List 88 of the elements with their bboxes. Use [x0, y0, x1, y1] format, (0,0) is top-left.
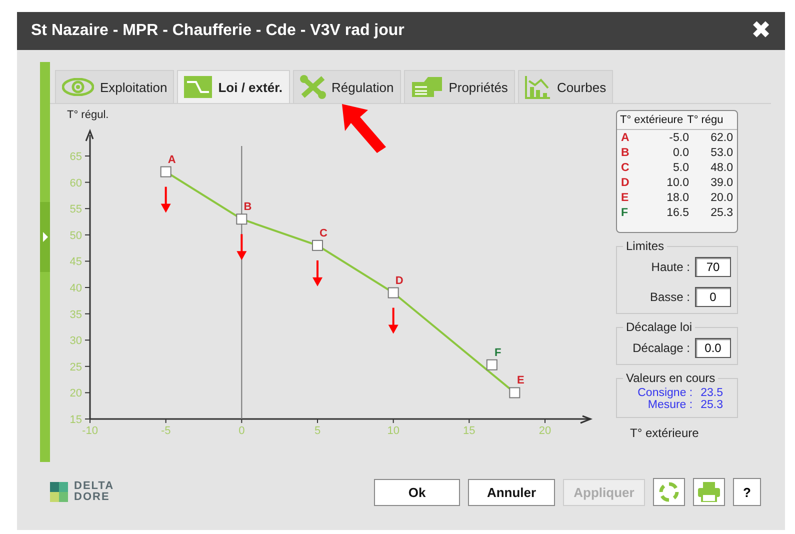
- bar-chart-icon: [524, 75, 551, 99]
- x-tick-label: 20: [538, 425, 552, 437]
- window-title: St Nazaire - MPR - Chaufferie - Cde - V3V rad jour: [31, 22, 404, 40]
- table-cell-text: 62.0: [710, 132, 733, 144]
- refresh-icon: [658, 481, 680, 503]
- point-label: B: [244, 201, 252, 214]
- table-cell-text: 25.3: [710, 206, 733, 218]
- y-tick-label: 50: [70, 230, 82, 242]
- value-text: 25.3: [700, 399, 723, 411]
- y-axis-title: T° régul.: [67, 109, 109, 121]
- field-label: Basse :: [650, 290, 690, 304]
- help-button[interactable]: ?: [733, 478, 761, 506]
- group-title: Limites: [625, 239, 666, 253]
- tab[interactable]: Propriétés: [404, 70, 515, 103]
- point-handle[interactable]: [312, 240, 323, 251]
- point-handle[interactable]: [486, 359, 498, 370]
- point-letter: E: [620, 192, 630, 204]
- card-icon: [410, 76, 443, 98]
- table-cell-text: 48.0: [710, 162, 733, 174]
- x-tick-label: -10: [82, 425, 98, 437]
- point-letter: A: [620, 132, 630, 144]
- input-field[interactable]: 0: [695, 287, 731, 307]
- tab[interactable]: Courbes: [518, 70, 614, 103]
- point-label: C: [320, 227, 328, 240]
- input-field[interactable]: 0.0: [695, 338, 731, 358]
- x-tick-label: 0: [238, 425, 245, 437]
- printer-icon: [697, 482, 721, 502]
- point-letter: F: [620, 206, 630, 218]
- print-button[interactable]: [693, 478, 725, 506]
- y-tick-label: 15: [70, 414, 82, 426]
- y-tick-label: 40: [70, 282, 82, 294]
- x-tick-label: 10: [387, 425, 400, 437]
- y-tick-label: 45: [70, 256, 82, 268]
- column-header: T° extérieure: [620, 114, 684, 126]
- x-tick-label: -5: [160, 425, 171, 437]
- table-cell-text: 16.5: [666, 206, 689, 218]
- group-title: Décalage loi: [625, 320, 694, 334]
- point-label: F: [494, 346, 502, 359]
- y-tick-label: 60: [70, 177, 82, 190]
- point-handle[interactable]: [160, 166, 172, 178]
- refresh-button[interactable]: [653, 478, 685, 506]
- point-letter: D: [620, 176, 630, 188]
- eye-icon: [62, 78, 94, 96]
- point-label: E: [517, 374, 524, 387]
- point-handle[interactable]: [388, 287, 399, 298]
- y-tick-label: 30: [70, 335, 82, 348]
- y-tick-label: 65: [70, 151, 82, 163]
- tab[interactable]: Loi / extér.: [177, 70, 290, 103]
- x-tick-label: 15: [463, 425, 476, 437]
- column-header: T° régu: [687, 114, 724, 126]
- point-handle[interactable]: [509, 387, 520, 398]
- point-letter: B: [620, 146, 630, 158]
- y-tick-label: 25: [70, 361, 82, 374]
- grip-handle-icon[interactable]: [40, 202, 50, 272]
- logo-icon: [50, 482, 68, 502]
- tab[interactable]: Régulation: [292, 70, 401, 103]
- dialog-button[interactable]: Ok: [374, 478, 460, 506]
- table-cell-text: 0.0: [672, 146, 689, 158]
- logo-text: DORE: [74, 492, 111, 503]
- point-label: D: [395, 274, 404, 287]
- tools-icon: [300, 75, 326, 99]
- table-cell-text: 39.0: [710, 176, 733, 188]
- field-label: Décalage :: [632, 341, 690, 355]
- x-tick-label: 5: [314, 425, 321, 437]
- group-title: Valeurs en cours: [625, 371, 716, 385]
- table-cell-text: 20.0: [710, 192, 733, 204]
- value-label: Mesure :: [648, 399, 693, 411]
- x-axis-title: T° extérieure: [630, 426, 700, 440]
- tab[interactable]: Exploitation: [55, 70, 174, 103]
- y-tick-label: 35: [70, 308, 82, 321]
- field-label: Haute :: [651, 260, 690, 274]
- logo-text: DELTA: [74, 481, 114, 492]
- table-cell-text: 5.0: [672, 162, 689, 174]
- dialog-button[interactable]: Annuler: [468, 478, 555, 506]
- close-button[interactable]: ✖: [751, 19, 771, 43]
- point-letter: C: [620, 162, 630, 174]
- point-label: A: [168, 154, 176, 166]
- value-text: 23.5: [700, 387, 723, 399]
- input-field[interactable]: 70: [695, 257, 731, 277]
- table-cell-text: -5.0: [668, 132, 689, 144]
- value-label: Consigne :: [638, 387, 693, 399]
- table-cell-text: 53.0: [710, 146, 733, 158]
- point-handle[interactable]: [236, 214, 248, 225]
- curve-icon: [184, 76, 212, 98]
- y-tick-label: 55: [70, 204, 82, 216]
- table-cell-text: 18.0: [666, 192, 689, 204]
- table-cell-text: 10.0: [666, 176, 689, 188]
- y-tick-label: 20: [70, 388, 82, 400]
